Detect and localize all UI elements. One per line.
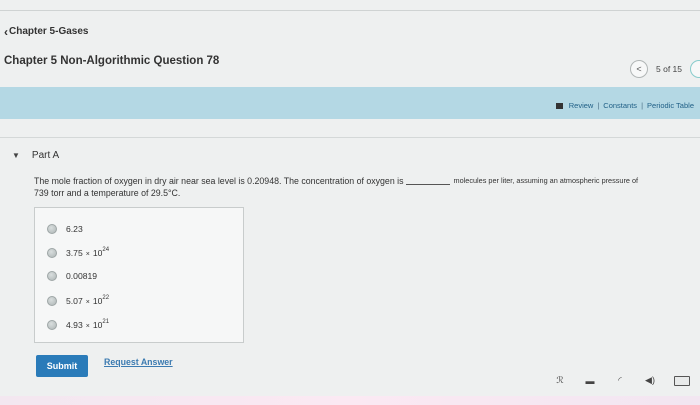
- pager: < 5 of 15: [630, 60, 700, 78]
- part-label: Part A: [31, 150, 60, 161]
- question-text-before: The mole fraction of oxygen in dry air n…: [34, 176, 404, 186]
- people-icon[interactable]: ℛ: [554, 375, 566, 386]
- page-title: Chapter 5 Non-Algorithmic Question 78: [4, 55, 220, 67]
- volume-icon[interactable]: ◀): [644, 375, 656, 386]
- option-4[interactable]: 5.07 × 1022: [47, 295, 110, 306]
- previous-button[interactable]: <: [630, 60, 648, 78]
- question-line-2: 739 torr and a temperature of 29.5°C.: [34, 188, 181, 198]
- back-link-label: Chapter 5-Gases: [9, 26, 89, 37]
- review-link[interactable]: Review: [569, 101, 594, 110]
- radio-button[interactable]: [47, 248, 57, 258]
- next-button[interactable]: [690, 60, 700, 78]
- toolbar-separator: |: [597, 101, 600, 110]
- chevron-left-icon: ‹: [4, 24, 8, 39]
- toolbar-links: Review | Constants | Periodic Table: [555, 101, 694, 110]
- top-divider: [0, 10, 700, 11]
- radio-button[interactable]: [47, 296, 57, 306]
- pager-text: 5 of 15: [656, 64, 682, 74]
- caret-down-icon: ▼: [12, 151, 20, 160]
- option-2[interactable]: 3.75 × 1024: [47, 247, 110, 258]
- option-value: 6.23: [66, 224, 83, 234]
- option-5[interactable]: 4.93 × 1021: [47, 319, 110, 330]
- wifi-icon[interactable]: ◜: [614, 375, 626, 386]
- taskbar-tray: ℛ ▬ ◜ ◀): [554, 375, 690, 386]
- toolbar-separator: |: [641, 101, 644, 110]
- question-text-after: molecules per liter, assuming an atmosph…: [453, 176, 639, 185]
- option-value: 3.75 × 1024: [66, 247, 110, 258]
- book-icon: [555, 102, 563, 109]
- option-value: 0.00819: [66, 271, 98, 281]
- request-answer-link[interactable]: Request Answer: [104, 357, 173, 367]
- chevron-left-icon: <: [636, 64, 642, 74]
- back-to-chapter-link[interactable]: ‹ Chapter 5-Gases: [4, 24, 89, 39]
- option-1[interactable]: 6.23: [47, 224, 83, 234]
- option-value: 4.93 × 1021: [66, 319, 110, 330]
- question-text: The mole fraction of oxygen in dry air n…: [34, 175, 700, 199]
- periodic-table-link[interactable]: Periodic Table: [647, 101, 694, 110]
- option-3[interactable]: 0.00819: [47, 271, 97, 281]
- bottom-strip: [0, 396, 700, 405]
- constants-link[interactable]: Constants: [603, 101, 637, 110]
- radio-button[interactable]: [47, 224, 57, 234]
- option-value: 5.07 × 1022: [66, 295, 110, 306]
- section-divider: [0, 137, 700, 138]
- keyboard-icon[interactable]: [674, 375, 690, 386]
- radio-button[interactable]: [47, 271, 57, 281]
- part-a-toggle[interactable]: ▼ Part A: [12, 150, 59, 161]
- answer-options: 6.23 3.75 × 1024 0.00819 5.07 × 1022 4.93 × 10…: [34, 207, 244, 343]
- radio-button[interactable]: [47, 320, 57, 330]
- answer-blank: [405, 184, 450, 185]
- battery-icon[interactable]: ▬: [584, 376, 596, 386]
- submit-button[interactable]: Submit: [36, 355, 88, 377]
